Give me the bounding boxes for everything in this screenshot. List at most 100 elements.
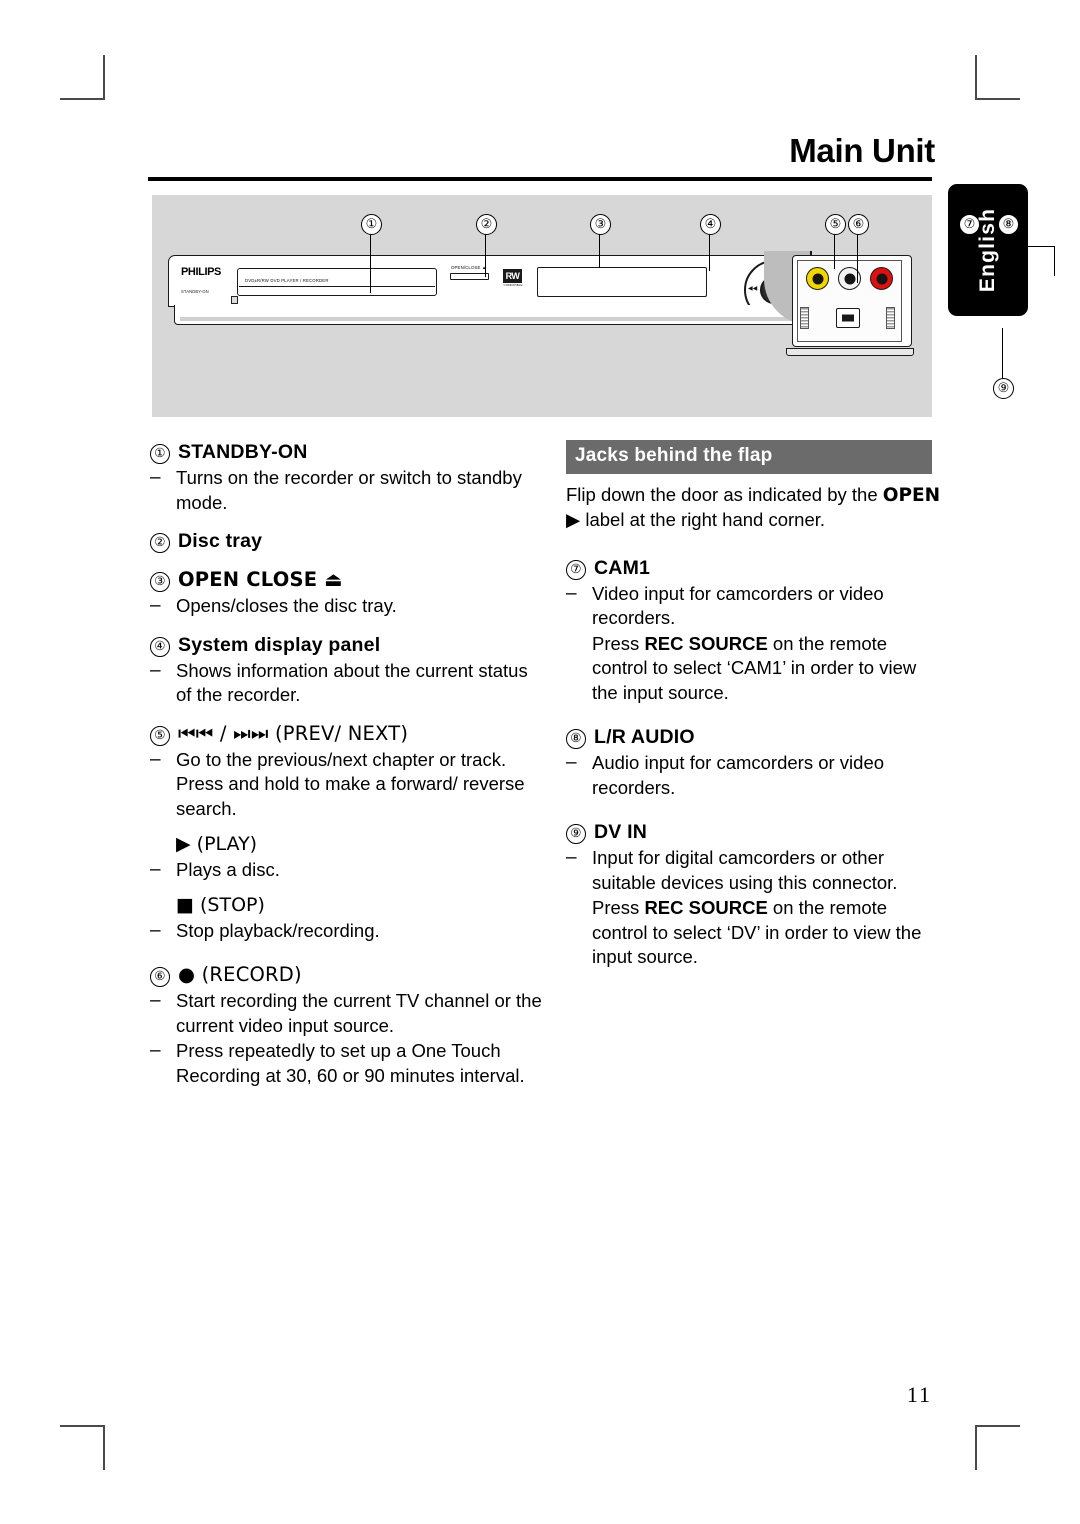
cam1-video-jack[interactable] bbox=[806, 267, 829, 290]
language-tab-label: English bbox=[976, 207, 999, 293]
callout-leader-8a bbox=[1007, 233, 1009, 247]
section-title: System display panel bbox=[178, 633, 381, 656]
section-system-display-panel: ④ System display panel – Shows informati… bbox=[150, 633, 545, 708]
prev-icon[interactable]: ◀◀ bbox=[748, 286, 757, 292]
callout-9: ⑨ bbox=[993, 378, 1014, 399]
extra-pre: Press bbox=[592, 897, 645, 918]
section-heading: ⑦ CAM1 bbox=[566, 556, 941, 581]
section-number: ⑨ bbox=[566, 824, 586, 844]
callout-7: ⑦ bbox=[959, 214, 980, 235]
section-open-close: ③ OPEN CLOSE ⏏ – Opens/closes the disc t… bbox=[150, 568, 545, 619]
section-number: ⑦ bbox=[566, 559, 586, 580]
bullet-item: – Opens/closes the disc tray. bbox=[150, 594, 545, 619]
callout-leader-8-bracket bbox=[1000, 246, 1055, 248]
open-close-button[interactable] bbox=[450, 273, 489, 280]
callout-leader-6 bbox=[857, 233, 859, 283]
bullet-text: Audio input for camcorders or video reco… bbox=[592, 752, 885, 798]
rec-source-label: REC SOURCE bbox=[644, 897, 768, 918]
section-heading: ⑨ DV IN bbox=[566, 820, 941, 845]
bullet-text: Plays a disc. bbox=[176, 858, 280, 880]
bullet-item: – Turns on the recorder or switch to sta… bbox=[150, 466, 545, 515]
rw-logo-sublabel: COMPATIBLE bbox=[503, 283, 523, 287]
section-disc-tray: ② Disc tray bbox=[150, 529, 545, 554]
bullet-dash: – bbox=[150, 595, 161, 616]
section-heading: ⑤ ⏮⏮ / ⏭⏭ (PREV/ NEXT) bbox=[150, 722, 545, 747]
section-heading: ⑧ L/R AUDIO bbox=[566, 725, 941, 750]
bullet-dash: – bbox=[150, 659, 161, 681]
bullet-item: – Go to the previous/next chapter or tra… bbox=[150, 748, 545, 822]
system-display-panel bbox=[537, 267, 707, 297]
bullet-text: Turns on the recorder or switch to stand… bbox=[176, 467, 522, 513]
bullet-item: – Input for digital camcorders or other … bbox=[566, 846, 941, 895]
jack-hole-icon bbox=[844, 273, 855, 284]
bullet-dash: – bbox=[150, 919, 161, 941]
subsection-title-stop: ■ (STOP) bbox=[176, 894, 265, 916]
bullet-item: – Stop playback/recording. bbox=[150, 919, 545, 944]
bullet-dash: – bbox=[566, 847, 577, 868]
jack-hole-icon bbox=[876, 273, 887, 284]
section-title: L/R AUDIO bbox=[594, 726, 695, 748]
bullet-text: Stop playback/recording. bbox=[176, 919, 380, 941]
vent-left bbox=[800, 307, 809, 329]
cam1-extra-note: Press REC SOURCE on the remote control t… bbox=[566, 632, 941, 706]
callout-leader-9 bbox=[1002, 328, 1004, 378]
crop-mark-bottom-left bbox=[60, 1425, 105, 1470]
standby-button[interactable] bbox=[231, 296, 238, 304]
rw-logo-icon: RW bbox=[503, 269, 522, 283]
rec-source-label: REC SOURCE bbox=[644, 632, 768, 654]
bullet-text: Start recording the current TV channel o… bbox=[176, 990, 542, 1036]
callout-leader-1 bbox=[370, 233, 372, 293]
bullet-text: Shows information about the current stat… bbox=[176, 659, 528, 706]
language-tab: English bbox=[948, 184, 1028, 316]
dv-in-extra-note: Press REC SOURCE on the remote control t… bbox=[566, 896, 941, 970]
callout-leader-8c bbox=[1054, 246, 1056, 276]
page-title: Main Unit bbox=[789, 132, 935, 169]
dv-in-port[interactable] bbox=[836, 308, 860, 328]
callout-5: ⑤ bbox=[825, 214, 846, 235]
bullet-text: Opens/closes the disc tray. bbox=[176, 595, 397, 616]
front-flap-assembly bbox=[764, 251, 914, 369]
jacks-banner: Jacks behind the flap bbox=[566, 440, 932, 474]
callout-leader-4 bbox=[709, 233, 711, 271]
subsection-title-play: ▶ (PLAY) bbox=[176, 833, 258, 855]
section-heading: ② Disc tray bbox=[150, 529, 545, 554]
crop-mark-bottom-right bbox=[975, 1425, 1020, 1470]
flap-intro-part-3: label at the right hand corner. bbox=[580, 509, 826, 530]
callout-2: ② bbox=[476, 214, 497, 235]
bullet-item: – Press repeatedly to set up a One Touch… bbox=[150, 1039, 545, 1088]
crop-mark-top-left bbox=[60, 55, 105, 100]
callout-1: ① bbox=[361, 214, 382, 235]
section-standby-on: ① STANDBY-ON – Turns on the recorder or … bbox=[150, 440, 545, 515]
section-heading: ⑥ ● (RECORD) bbox=[150, 963, 545, 988]
section-title: DV IN bbox=[594, 821, 648, 843]
jack-hole-icon bbox=[812, 273, 823, 284]
callout-leader-2 bbox=[485, 233, 487, 277]
audio-right-jack[interactable] bbox=[870, 267, 893, 290]
callout-8: ⑧ bbox=[998, 214, 1019, 235]
section-title: ● (RECORD) bbox=[178, 963, 302, 986]
section-number: ③ bbox=[150, 572, 170, 592]
bullet-text: Press repeatedly to set up a One Touch R… bbox=[176, 1040, 525, 1086]
main-unit-diagram: ① ② ③ ④ ⑤ ⑥ ⑦ ⑧ ⑨ PHILIPS STANDBY-ON DVD… bbox=[152, 195, 1056, 417]
callout-leader-7 bbox=[968, 233, 970, 276]
vent-right bbox=[886, 307, 895, 329]
section-record: ⑥ ● (RECORD) – Start recording the curre… bbox=[150, 963, 545, 1088]
open-close-label: OPEN/CLOSE ▲ bbox=[451, 265, 487, 270]
callout-6: ⑥ bbox=[848, 214, 869, 235]
extra-pre: Press bbox=[592, 632, 645, 654]
section-heading: ③ OPEN CLOSE ⏏ bbox=[150, 568, 545, 593]
bullet-item: – Plays a disc. bbox=[150, 858, 545, 883]
section-title: ⏮⏮ / ⏭⏭ (PREV/ NEXT) bbox=[178, 721, 409, 745]
section-title: OPEN CLOSE ⏏ bbox=[178, 568, 343, 591]
flap-intro-paragraph: Flip down the door as indicated by the O… bbox=[566, 483, 941, 534]
page-number: 11 bbox=[906, 1382, 932, 1407]
bullet-dash: – bbox=[150, 858, 161, 880]
bullet-item: – Video input for camcorders or video re… bbox=[566, 582, 941, 631]
section-number: ⑥ bbox=[150, 967, 170, 987]
title-rule bbox=[148, 177, 932, 181]
callout-4: ④ bbox=[700, 214, 721, 235]
callout-leader-3 bbox=[599, 233, 601, 268]
bullet-item: – Audio input for camcorders or video re… bbox=[566, 751, 941, 800]
philips-logo: PHILIPS bbox=[181, 266, 221, 278]
flap-intro-part-1: Flip down the door as indicated by the bbox=[566, 483, 883, 505]
